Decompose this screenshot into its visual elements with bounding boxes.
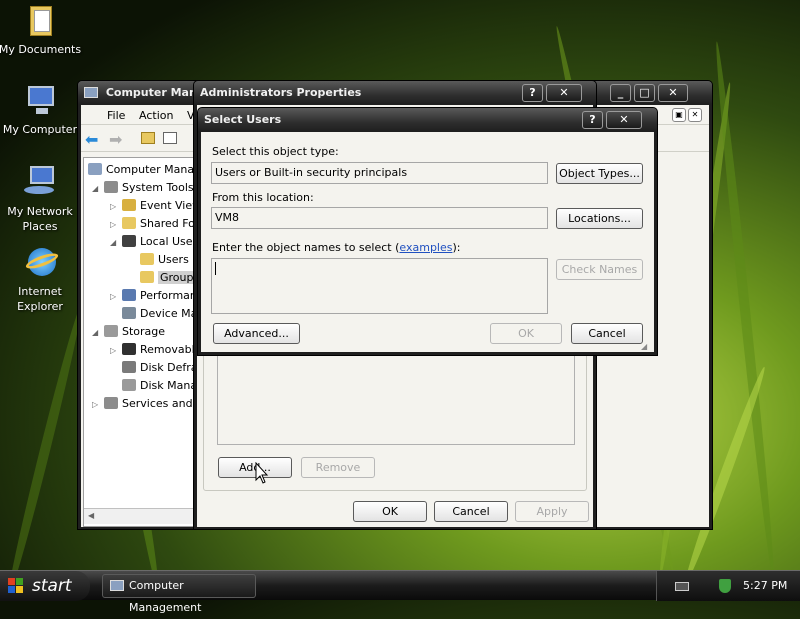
select-users-dialog[interactable]: Select Users ? ✕ Select this object type… [197, 107, 658, 356]
folder-open-icon [140, 271, 154, 283]
windows-logo-icon [8, 578, 24, 594]
tree-item-performance[interactable]: ▷ Performan [110, 288, 197, 304]
tree-item-local-users[interactable]: ◢ Local User [110, 234, 197, 250]
computer-icon [22, 84, 58, 118]
disk-icon [122, 379, 136, 391]
desktop-icon-label-line2: Explorer [17, 300, 63, 313]
tree-item-computer-management[interactable]: Computer Manag [88, 162, 200, 178]
tree-item-device-manager[interactable]: Device Ma [122, 306, 197, 322]
advanced-button[interactable]: Advanced... [213, 323, 300, 344]
tree-pane[interactable]: Computer Manag ◢ System Tools ▷ Event View… [83, 157, 201, 527]
location-field: VM8 [211, 207, 548, 229]
defrag-icon [122, 361, 136, 373]
tree-item-disk-management[interactable]: Disk Mana [122, 378, 197, 394]
desktop-icon-my-computer[interactable]: My Computer [0, 84, 82, 137]
tree-item-groups[interactable]: Group [140, 270, 196, 286]
cancel-button[interactable]: Cancel [571, 323, 643, 344]
object-types-button[interactable]: Object Types... [556, 163, 643, 184]
users-icon [122, 235, 136, 247]
apply-button[interactable]: Apply [515, 501, 589, 522]
internet-explorer-icon [22, 246, 60, 280]
text-cursor [215, 262, 216, 275]
tree-item-event-viewer[interactable]: ▷ Event View [110, 198, 200, 214]
taskbar-button-label: Computer Management [129, 579, 202, 614]
help-button[interactable]: ? [582, 111, 603, 129]
desktop-icon-label-line1: Internet [18, 285, 62, 298]
close-button[interactable]: ✕ [658, 84, 688, 102]
up-folder-icon[interactable] [141, 132, 155, 144]
start-label: start [32, 576, 72, 596]
tree-item-storage[interactable]: ◢ Storage [92, 324, 165, 340]
app-icon [84, 87, 98, 98]
tree-item-shared-folders[interactable]: ▷ Shared Fol [110, 216, 198, 232]
close-button[interactable]: ✕ [546, 84, 582, 102]
desktop-icon-my-documents[interactable]: My Documents [0, 4, 82, 57]
system-tray: 5:27 PM [656, 571, 800, 601]
security-shield-icon[interactable] [719, 579, 731, 593]
dialog-title: Administrators Properties [200, 86, 362, 99]
show-hide-tree-icon[interactable] [163, 132, 177, 144]
start-button[interactable]: start [0, 571, 90, 601]
maximize-button[interactable]: □ [634, 84, 655, 102]
device-manager-icon [122, 307, 136, 319]
event-viewer-icon [122, 199, 136, 211]
shared-folder-icon [122, 217, 136, 229]
desktop-icon-label: My Documents [0, 43, 82, 56]
remove-button[interactable]: Remove [301, 457, 375, 478]
computer-management-icon [110, 580, 124, 591]
examples-link[interactable]: examples [399, 241, 452, 254]
resize-grip-icon[interactable]: ◢ [641, 342, 647, 351]
mdi-restore-button[interactable]: ▣ [672, 108, 686, 122]
minimize-button[interactable]: _ [610, 84, 631, 102]
object-names-textarea[interactable] [211, 258, 548, 314]
cancel-button[interactable]: Cancel [434, 501, 508, 522]
menu-file[interactable]: File [107, 109, 125, 122]
ok-button[interactable]: OK [353, 501, 427, 522]
storage-icon [104, 325, 118, 337]
taskbar-button-computer-management[interactable]: Computer Management [102, 574, 256, 614]
menu-action[interactable]: Action [139, 109, 173, 122]
enter-names-label: Enter the object names to select (exampl… [212, 241, 461, 254]
desktop-icon-label-line2: Places [22, 220, 58, 233]
desktop-icon-label-line1: My Network [7, 205, 73, 218]
location-label: From this location: [212, 191, 314, 204]
back-arrow-icon[interactable]: ⬅ [85, 130, 98, 149]
tree-item-removable-storage[interactable]: ▷ Removabl [110, 342, 195, 358]
performance-icon [122, 289, 136, 301]
close-button[interactable]: ✕ [606, 111, 642, 129]
tree-horizontal-scrollbar[interactable]: ◀ [84, 508, 200, 524]
desktop-icon-label: My Computer [2, 123, 78, 136]
administrators-properties-titlebar[interactable]: Administrators Properties ? ✕ [194, 81, 596, 105]
locations-button[interactable]: Locations... [556, 208, 643, 229]
select-users-body: Select this object type: Users or Built-… [201, 132, 654, 352]
ok-button[interactable]: OK [490, 323, 562, 344]
dialog-title: Select Users [204, 113, 282, 126]
tree-item-disk-defragmenter[interactable]: Disk Defra [122, 360, 198, 376]
desktop-icon-internet-explorer[interactable]: Internet Explorer [0, 246, 82, 314]
scroll-left-arrow-icon[interactable]: ◀ [88, 511, 94, 520]
tree-item-users[interactable]: Users [140, 252, 189, 268]
taskbar: start Computer Management 5:27 PM [0, 570, 800, 614]
tree-item-system-tools[interactable]: ◢ System Tools [92, 180, 194, 196]
keyboard-icon[interactable] [675, 582, 689, 591]
tree-item-services-and-applications[interactable]: ▷ Services and A [92, 396, 200, 412]
computer-icon [88, 163, 102, 175]
services-icon [104, 397, 118, 409]
folder-icon [22, 4, 58, 38]
select-users-titlebar[interactable]: Select Users ? ✕ [198, 108, 657, 132]
desktop-icon-my-network-places[interactable]: My Network Places [0, 166, 82, 234]
removable-storage-icon [122, 343, 136, 355]
forward-arrow-icon[interactable]: ➡ [109, 130, 122, 149]
object-type-field: Users or Built-in security principals [211, 162, 548, 184]
tools-icon [104, 181, 118, 193]
network-icon [22, 166, 58, 200]
check-names-button[interactable]: Check Names [556, 259, 643, 280]
members-list[interactable] [217, 355, 575, 445]
folder-icon [140, 253, 154, 265]
mdi-close-button[interactable]: ✕ [688, 108, 702, 122]
mouse-pointer-icon [255, 462, 269, 484]
help-button[interactable]: ? [522, 84, 543, 102]
clock[interactable]: 5:27 PM [743, 579, 787, 592]
object-type-label: Select this object type: [212, 145, 339, 158]
